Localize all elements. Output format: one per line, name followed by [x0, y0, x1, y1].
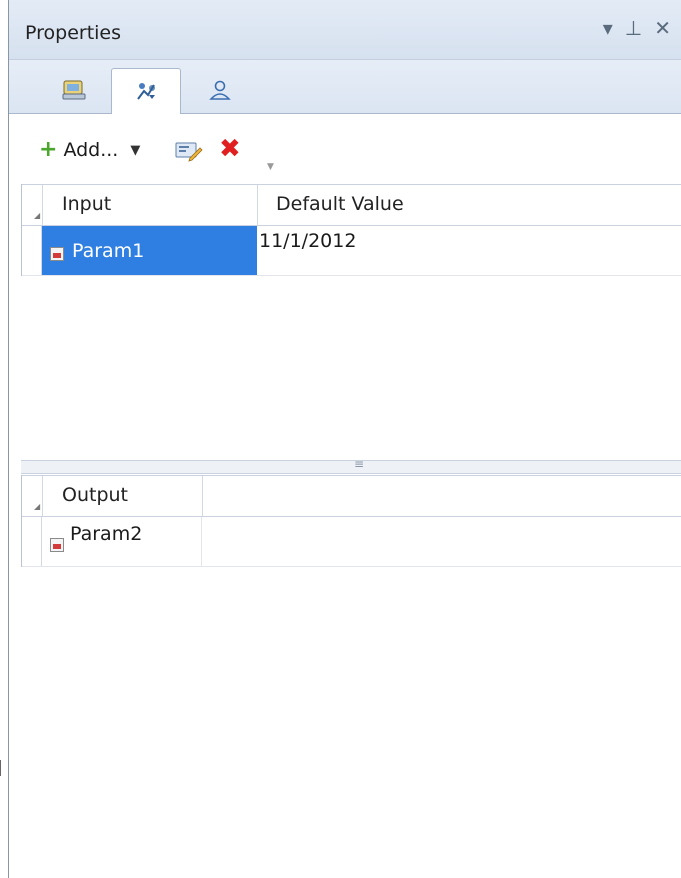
column-header-input[interactable]: Input — [62, 193, 111, 215]
user-icon — [209, 80, 231, 100]
column-header-default-value[interactable]: Default Value — [276, 193, 404, 215]
tab-parameters[interactable] — [111, 68, 181, 115]
properties-tab-strip — [9, 60, 681, 115]
window-edge-mark — [0, 760, 1, 776]
row-header[interactable] — [22, 517, 42, 566]
input-grid-header: ◢ Input Default Value — [22, 184, 681, 226]
row-header[interactable] — [22, 226, 42, 275]
table-row[interactable]: Param1 11/1/2012 — [22, 226, 681, 276]
input-param-name: Param1 — [72, 240, 145, 262]
edit-icon — [175, 142, 203, 162]
parameters-toolbar: + Add... ▼ ✖ ▼ — [9, 114, 681, 184]
grid-corner-icon: ◢ — [34, 502, 41, 511]
default-value-cell[interactable]: 11/1/2012 — [257, 226, 681, 275]
tab-general[interactable] — [39, 68, 109, 114]
output-name-cell[interactable]: Param2 — [42, 517, 202, 566]
splitter-grip-icon: ≡ — [354, 457, 365, 471]
header-separator — [42, 476, 43, 516]
header-separator — [42, 185, 43, 225]
chevron-down-icon[interactable]: ▼ — [130, 143, 140, 158]
output-param-name: Param2 — [70, 523, 143, 545]
table-row[interactable]: Param2 — [22, 517, 681, 567]
input-parameters-grid: ◢ Input Default Value Param1 11/1/2012 — [21, 184, 681, 276]
title-bar-controls: ▾ ⊥ ✕ — [603, 16, 671, 40]
output-parameters-grid: ◢ Output Param2 — [21, 475, 681, 567]
add-button-label: Add... — [63, 139, 119, 161]
toolbar-overflow-icon[interactable]: ▼ — [267, 162, 274, 172]
default-value-text: 11/1/2012 — [259, 230, 357, 252]
header-separator — [202, 476, 203, 516]
properties-panel: Properties ▾ ⊥ ✕ + Add... ▼ ✖ ▼ ◢ Input … — [8, 0, 681, 878]
parameter-icon — [50, 247, 64, 261]
add-button[interactable]: + Add... ▼ — [39, 137, 140, 162]
column-header-output[interactable]: Output — [62, 484, 128, 506]
panel-menu-icon[interactable]: ▾ — [603, 16, 613, 40]
tab-user[interactable] — [185, 68, 255, 114]
edit-button[interactable] — [175, 140, 203, 167]
panel-title-bar: Properties ▾ ⊥ ✕ — [9, 0, 681, 60]
close-icon[interactable]: ✕ — [654, 16, 671, 40]
delete-icon[interactable]: ✖ — [219, 136, 241, 162]
output-grid-header: ◢ Output — [22, 475, 681, 517]
header-separator — [257, 185, 258, 225]
panel-title: Properties — [25, 22, 122, 44]
plus-icon: + — [39, 137, 58, 162]
grid-splitter[interactable]: ≡ — [21, 457, 681, 474]
grid-corner-icon: ◢ — [34, 211, 41, 220]
parameters-icon — [137, 83, 155, 100]
input-name-cell[interactable]: Param1 — [42, 226, 257, 275]
pin-icon[interactable]: ⊥ — [625, 16, 642, 40]
general-properties-icon — [62, 80, 86, 100]
parameter-icon — [50, 538, 64, 552]
